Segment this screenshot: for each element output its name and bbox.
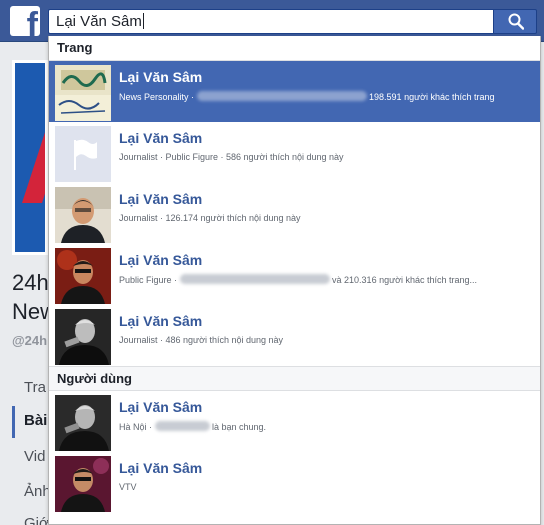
- result-description: News Personality · 198.591 người khác th…: [119, 91, 495, 102]
- result-description: Public Figure · và 210.316 người khác th…: [119, 274, 478, 285]
- profile-photo: [55, 456, 111, 512]
- result-description: Journalist · 486 người thích nội dung nà…: [119, 335, 284, 345]
- page-nav-item-active[interactable]: Bài: [12, 406, 48, 438]
- search-result-person[interactable]: Lại Văn Sâm VTV: [49, 452, 540, 513]
- profile-photo: [55, 395, 111, 451]
- result-name: Lại Văn Sâm: [119, 399, 203, 415]
- pages-section-header: Trang: [49, 36, 540, 61]
- facebook-logo-icon[interactable]: f: [10, 6, 40, 36]
- page-nav-item[interactable]: Vid: [12, 448, 48, 465]
- blurred-text: [154, 421, 210, 431]
- result-name: Lại Văn Sâm: [119, 191, 203, 207]
- search-result-person[interactable]: Lại Văn Sâm Hà Nội · là bạn chung.: [49, 391, 540, 452]
- profile-photo: [55, 187, 111, 243]
- search-input[interactable]: Lại Văn Sâm: [48, 9, 493, 34]
- search-button[interactable]: [493, 9, 537, 34]
- blurred-text: [179, 274, 330, 284]
- profile-photo: [55, 309, 111, 365]
- page-nav-item[interactable]: Ảnh: [12, 483, 51, 500]
- default-page-flag-icon: [55, 126, 111, 182]
- result-name: Lại Văn Sâm: [119, 69, 203, 85]
- result-name: Lại Văn Sâm: [119, 130, 203, 146]
- result-name: Lại Văn Sâm: [119, 460, 203, 476]
- search-results-dropdown: Trang Lại Văn Sâm News Personality · 198…: [48, 36, 541, 525]
- search-result-page[interactable]: Lại Văn Sâm Journalist · 126.174 người t…: [49, 183, 540, 244]
- search-result-page[interactable]: Lại Văn Sâm Journalist · Public Figure ·…: [49, 122, 540, 183]
- search-result-page[interactable]: Lại Văn Sâm Journalist · 486 người thích…: [49, 305, 540, 366]
- result-description: Hà Nội · là bạn chung.: [119, 421, 267, 432]
- search-result-page[interactable]: Lại Văn Sâm News Personality · 198.591 n…: [49, 61, 540, 122]
- search-result-page[interactable]: Lại Văn Sâm Public Figure · và 210.316 n…: [49, 244, 540, 305]
- blurred-text: [196, 91, 367, 101]
- page-nav-item[interactable]: Giớ: [12, 515, 49, 525]
- page-thumbnail: [55, 65, 111, 121]
- page-name-line1: 24h: [12, 270, 49, 295]
- result-description: Journalist · Public Figure · 586 người t…: [119, 152, 344, 162]
- page-nav-item[interactable]: Tra: [12, 379, 48, 396]
- result-name: Lại Văn Sâm: [119, 252, 203, 268]
- search-query-text: Lại Văn Sâm: [56, 13, 142, 30]
- page-handle: @24h: [12, 333, 48, 348]
- result-description: VTV: [119, 482, 137, 492]
- search-icon: [508, 13, 524, 30]
- result-name: Lại Văn Sâm: [119, 313, 203, 329]
- profile-photo: [55, 248, 111, 304]
- people-section-header: Người dùng: [49, 366, 540, 391]
- page-profile-picture[interactable]: [12, 60, 48, 255]
- text-cursor: [142, 13, 144, 29]
- result-description: Journalist · 126.174 người thích nội dun…: [119, 213, 301, 223]
